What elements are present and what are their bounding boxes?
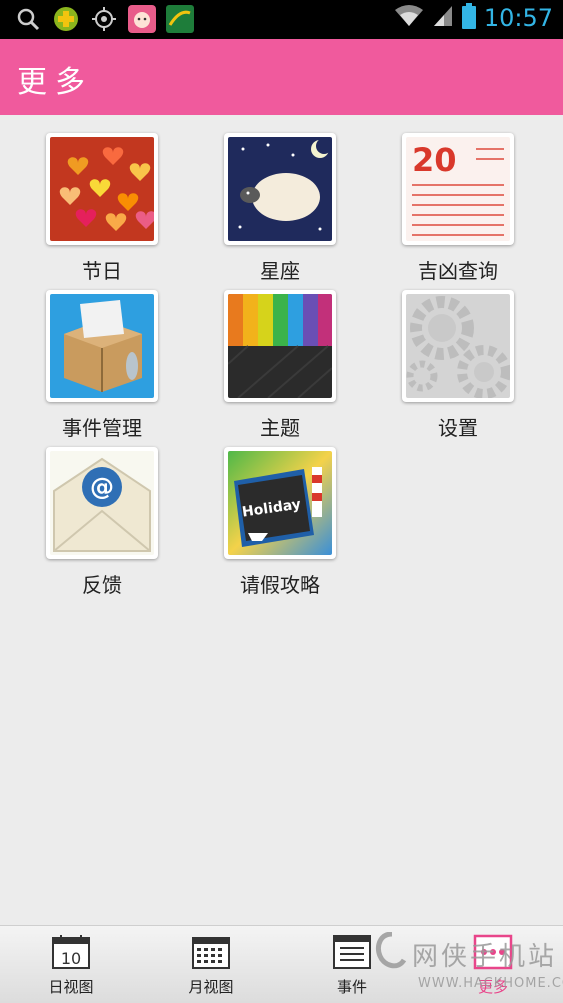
nav-month-view[interactable]: 月视图 bbox=[166, 934, 256, 1000]
watermark: 网侠手机站 WWW.HACKHOME.COM bbox=[372, 930, 563, 1000]
svg-text:@: @ bbox=[90, 473, 114, 501]
tile-holiday-guide[interactable]: Holiday 请假攻略 bbox=[179, 447, 359, 607]
tile-label: 主题 bbox=[260, 416, 300, 440]
watermark-sub: WWW.HACKHOME.COM bbox=[418, 976, 563, 991]
tile-almanac[interactable]: 20 吉凶查询 bbox=[357, 133, 537, 293]
email-at-icon: @ bbox=[46, 447, 158, 559]
tile-theme[interactable]: 主题 bbox=[179, 290, 359, 450]
tile-label: 事件管理 bbox=[62, 416, 142, 440]
event-list-icon bbox=[333, 935, 371, 969]
status-bar: 10:57 bbox=[0, 0, 563, 39]
app-avatar-icon bbox=[128, 5, 156, 33]
gps-icon bbox=[90, 5, 118, 33]
battery-icon bbox=[461, 3, 476, 33]
color-stripes-icon bbox=[224, 290, 336, 402]
tile-label: 星座 bbox=[260, 259, 300, 283]
app-green-icon bbox=[166, 5, 194, 33]
wifi-icon bbox=[394, 4, 424, 32]
tile-event-manager[interactable]: 事件管理 bbox=[1, 290, 181, 450]
nav-label: 月视图 bbox=[188, 978, 234, 996]
signal-icon bbox=[432, 4, 454, 32]
holiday-book-icon: Holiday bbox=[224, 447, 336, 559]
tile-feedback[interactable]: @ 反馈 bbox=[1, 447, 181, 607]
watermark-text: 网侠手机站 bbox=[412, 942, 558, 972]
nav-label: 日视图 bbox=[48, 978, 94, 996]
almanac-icon: 20 bbox=[402, 133, 514, 245]
tile-label: 设置 bbox=[438, 416, 478, 440]
tile-label: 节日 bbox=[82, 259, 122, 283]
page-title: 更多 bbox=[17, 65, 93, 100]
tile-zodiac[interactable]: 星座 bbox=[179, 133, 359, 293]
sheep-night-icon bbox=[224, 133, 336, 245]
hearts-bokeh-icon bbox=[46, 133, 158, 245]
watermark-logo-icon bbox=[376, 932, 407, 969]
almanac-number: 20 bbox=[412, 141, 457, 179]
tile-label: 反馈 bbox=[82, 573, 122, 597]
app-header: 更多 bbox=[0, 39, 563, 115]
day-calendar-icon: 10 bbox=[52, 935, 90, 969]
gears-icon bbox=[402, 290, 514, 402]
tile-festivals[interactable]: 节日 bbox=[1, 133, 181, 293]
plus-circle-icon bbox=[52, 5, 80, 33]
search-icon bbox=[14, 5, 42, 33]
clock: 10:57 bbox=[483, 4, 553, 32]
tile-label: 吉凶查询 bbox=[418, 259, 498, 283]
tile-label: 请假攻略 bbox=[240, 573, 320, 597]
month-calendar-icon bbox=[192, 937, 230, 969]
tile-settings[interactable]: 设置 bbox=[357, 290, 537, 450]
nav-day-view[interactable]: 10 日视图 bbox=[26, 934, 116, 1000]
svg-text:10: 10 bbox=[61, 949, 81, 968]
box-icon bbox=[46, 290, 158, 402]
